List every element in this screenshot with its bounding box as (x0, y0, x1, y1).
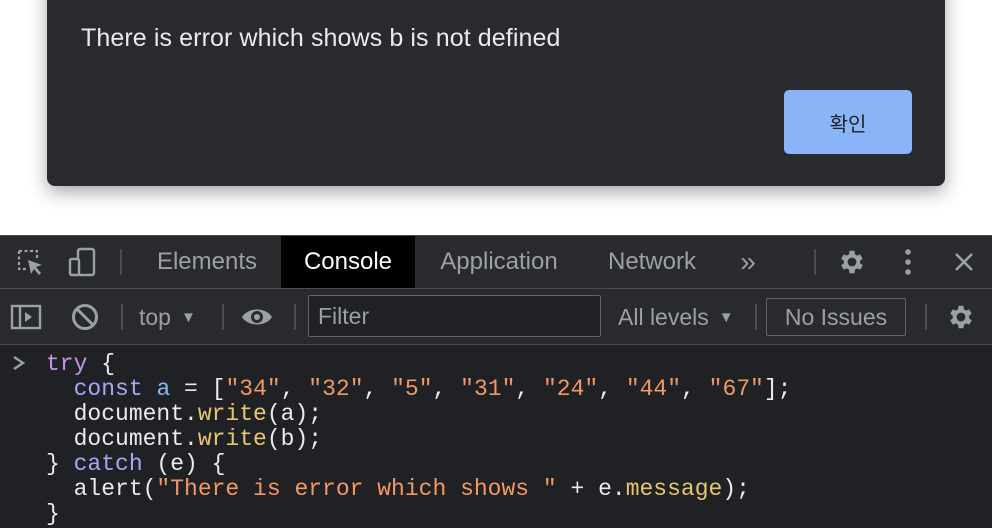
tab-elements[interactable]: Elements (135, 236, 279, 288)
code-text: (a); (266, 401, 323, 427)
toolbar-divider (755, 304, 757, 330)
code-line: alert("There is error which shows " + e.… (46, 477, 750, 502)
code-keyword: catch (73, 451, 143, 477)
code-text: ); (722, 476, 750, 502)
code-line: try { (46, 352, 115, 377)
code-string: "44" (625, 376, 682, 402)
code-function: write (197, 426, 267, 452)
devtools-tabbar: Elements Console Application Network » (0, 235, 992, 289)
code-property: message (625, 476, 723, 502)
toolbar-divider (814, 249, 816, 275)
code-text: (b); (266, 426, 323, 452)
code-text: ]; (763, 376, 792, 402)
code-line: const a = ["34", "32", "5", "31", "24", … (46, 376, 792, 402)
code-string: "34" (225, 376, 281, 402)
code-text: , (515, 376, 543, 402)
tab-application[interactable]: Application (420, 236, 578, 288)
alert-message: There is error which shows b is not defi… (81, 24, 561, 52)
sidebar-toggle-icon[interactable] (10, 289, 42, 345)
close-icon[interactable] (946, 236, 982, 288)
code-string: "31" (460, 376, 516, 402)
more-options-icon[interactable] (892, 236, 924, 288)
toolbar-divider (222, 304, 224, 330)
code-variable: a (156, 376, 171, 402)
toolbar-divider (294, 304, 296, 330)
log-levels-dropdown[interactable]: All levels ▼ (618, 289, 734, 345)
console-settings-gear-icon[interactable] (946, 289, 976, 345)
tab-network[interactable]: Network (590, 236, 714, 288)
issues-button[interactable]: No Issues (766, 298, 906, 336)
code-string: "There is error which shows " (156, 476, 557, 502)
toolbar-divider (925, 304, 927, 330)
console-output[interactable]: try { const a = ["34", "32", "5", "31", … (0, 346, 992, 528)
code-text: (e) { (142, 451, 226, 477)
settings-gear-icon[interactable] (832, 236, 872, 288)
clear-console-icon[interactable] (70, 289, 100, 345)
code-text: , (280, 376, 309, 402)
code-text: + e. (556, 476, 626, 502)
code-text: document. (46, 426, 198, 452)
code-text: { (87, 351, 116, 377)
code-line: document.write(a); (46, 402, 322, 427)
code-line: document.write(b); (46, 427, 322, 452)
code-text: } (46, 451, 74, 477)
code-text: } (46, 501, 60, 527)
code-text: , (363, 376, 392, 402)
code-function: write (197, 401, 267, 427)
code-line: } catch (e) { (46, 452, 225, 477)
live-expression-eye-icon[interactable] (240, 289, 274, 345)
code-string: "24" (542, 376, 599, 402)
code-keyword: try (46, 351, 88, 377)
code-text: alert( (46, 476, 157, 502)
toolbar-divider (121, 304, 123, 330)
code-string: "32" (308, 376, 364, 402)
code-string: "5" (391, 376, 433, 402)
dropdown-arrow-icon: ▼ (180, 308, 196, 326)
filter-input[interactable] (308, 295, 601, 337)
tab-console[interactable]: Console (281, 236, 415, 288)
code-text: = [ (170, 376, 226, 402)
devtools-panel: Elements Console Application Network » t… (0, 235, 992, 528)
toolbar-divider (120, 249, 122, 275)
console-toolbar: top ▼ All levels ▼ No Issues (0, 289, 992, 345)
code-keyword: const (73, 376, 143, 402)
alert-dialog: There is error which shows b is not defi… (47, 0, 945, 186)
code-string: "67" (708, 376, 764, 402)
code-text: , (681, 376, 709, 402)
code-text: , (598, 376, 626, 402)
context-label: top (139, 303, 171, 330)
context-selector[interactable]: top ▼ (139, 289, 196, 345)
dropdown-arrow-icon: ▼ (718, 308, 734, 326)
device-toolbar-icon[interactable] (62, 236, 102, 288)
more-tabs-button[interactable]: » (728, 236, 768, 288)
code-text: , (432, 376, 461, 402)
console-prompt (12, 352, 26, 378)
code-line: } (46, 502, 60, 527)
inspect-element-icon[interactable] (10, 236, 50, 288)
log-levels-label: All levels (618, 303, 709, 330)
ok-button[interactable]: 확인 (784, 90, 912, 154)
code-text: document. (46, 401, 198, 427)
